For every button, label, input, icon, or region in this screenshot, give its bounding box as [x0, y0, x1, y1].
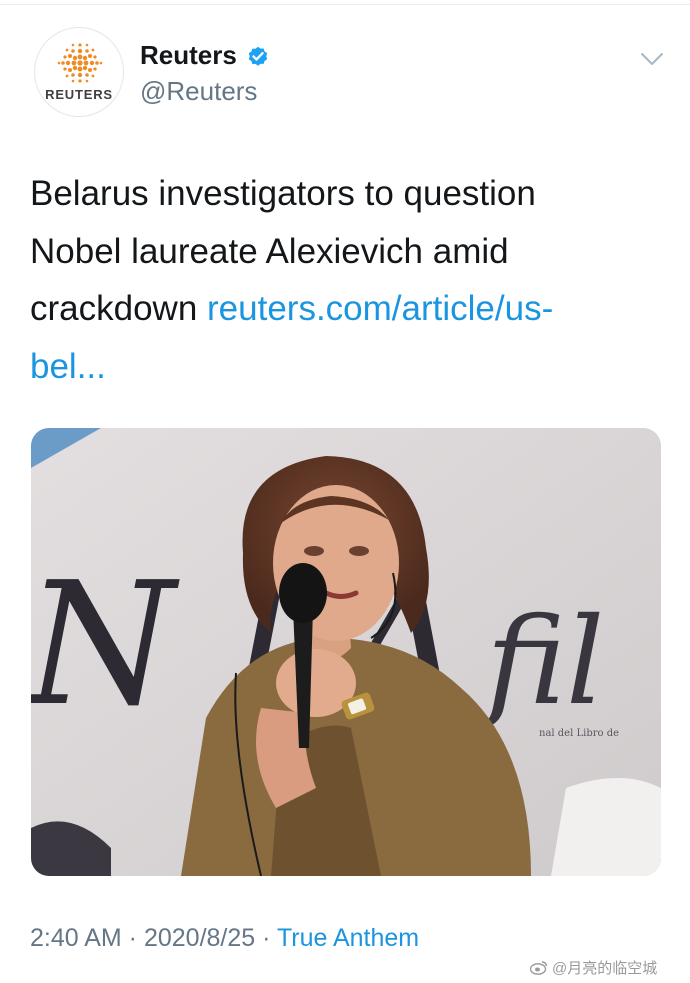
- tweet-text-segment: crackdown: [30, 289, 208, 328]
- meta-separator: ·: [121, 924, 144, 952]
- tweet-date[interactable]: 2020/8/25: [144, 924, 255, 952]
- tweet-text-line: crackdown reuters.com/article/us-: [30, 280, 650, 338]
- weibo-icon: [530, 961, 548, 975]
- watermark-text: @月亮的临空城: [552, 960, 658, 977]
- tweet-meta: 2:40 AM · 2020/8/25 · True Anthem: [30, 924, 419, 953]
- photo-illustration: N LA fil nal del Libro de: [31, 428, 661, 876]
- avatar[interactable]: REUTERS: [34, 27, 124, 117]
- backdrop-small-text: nal del Libro de: [539, 728, 619, 739]
- verified-badge-icon: [248, 46, 268, 66]
- account-name[interactable]: Reuters: [140, 40, 237, 71]
- reuters-logo-icon: [57, 43, 103, 83]
- tweet-text-line: Nobel laureate Alexievich amid: [30, 231, 509, 271]
- source-app-link[interactable]: True Anthem: [277, 924, 419, 952]
- chevron-down-icon[interactable]: [640, 52, 664, 66]
- backdrop-letters-2: fil: [478, 593, 604, 732]
- watermark: @月亮的临空城: [530, 957, 657, 978]
- tweet-photo[interactable]: N LA fil nal del Libro de: [31, 428, 661, 876]
- account-name-row: Reuters: [140, 40, 271, 71]
- avatar-wordmark: REUTERS: [45, 87, 113, 102]
- top-divider: [0, 4, 690, 5]
- tweet-text-line: Belarus investigators to question: [30, 174, 536, 213]
- account-handle[interactable]: @Reuters: [140, 76, 257, 107]
- article-link-continued[interactable]: bel...: [30, 338, 650, 396]
- tweet-text: Belarus investigators to question Nobel …: [30, 165, 650, 395]
- article-link[interactable]: reuters.com/article/us-: [207, 289, 553, 328]
- meta-separator: ·: [255, 924, 277, 952]
- tweet-time[interactable]: 2:40 AM: [30, 924, 122, 952]
